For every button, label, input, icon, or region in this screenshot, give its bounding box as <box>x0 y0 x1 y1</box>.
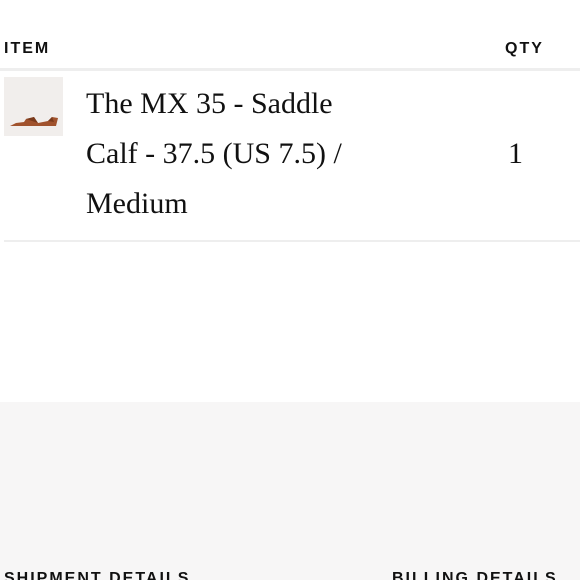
details-panel <box>0 402 580 580</box>
billing-details-heading: BILLING DETAILS <box>392 570 558 580</box>
qty-column-header: QTY <box>505 40 544 57</box>
table-row: The MX 35 - Saddle Calf - 37.5 (US 7.5) … <box>4 71 580 242</box>
product-name[interactable]: The MX 35 - Saddle Calf - 37.5 (US 7.5) … <box>86 79 356 229</box>
order-items-header: ITEM QTY <box>0 0 580 71</box>
sandal-icon <box>10 117 58 126</box>
product-thumbnail[interactable] <box>4 77 63 136</box>
shipment-details-heading: SHIPMENT DETAILS <box>4 570 191 580</box>
product-quantity: 1 <box>508 137 523 170</box>
item-column-header: ITEM <box>4 40 51 57</box>
